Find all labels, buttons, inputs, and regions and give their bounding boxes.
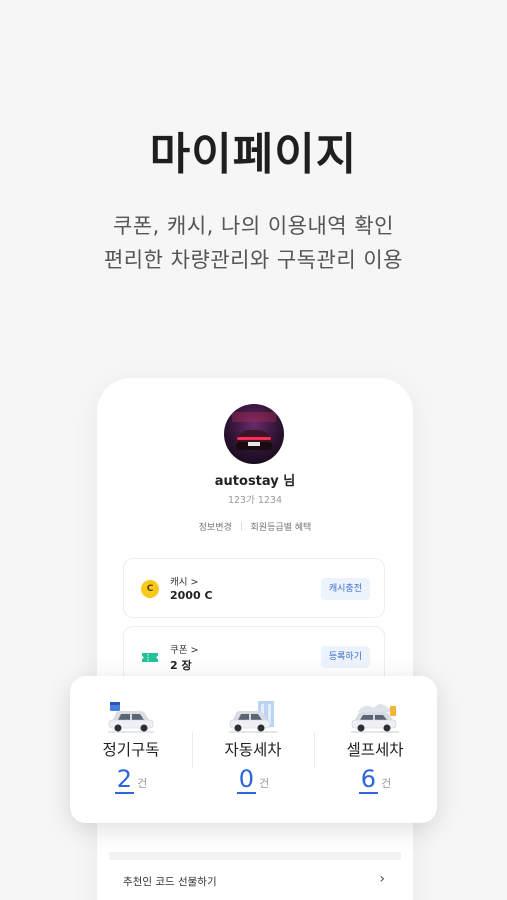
grade-benefits-link[interactable]: 회원등급별 혜택 <box>251 523 312 533</box>
service-count: 0건 <box>192 766 314 794</box>
profile-links: 정보변경 회원등급별 혜택 <box>97 520 413 533</box>
recommend-code-row[interactable]: 추천인 코드 선물하기 › <box>109 862 401 900</box>
subscription-car-icon <box>108 702 154 733</box>
cash-charge-button[interactable]: 캐시충전 <box>320 578 370 600</box>
cash-label[interactable]: 캐시 > <box>170 574 198 588</box>
recommend-code-label: 추천인 코드 선물하기 <box>123 876 217 888</box>
service-count: 6건 <box>314 766 436 794</box>
link-divider <box>240 522 242 531</box>
auto-wash-car-icon <box>229 701 277 733</box>
service-count-number[interactable]: 0 <box>236 766 257 794</box>
user-plate-number: 123가 1234 <box>227 495 283 506</box>
service-summary-panel: 정기구독 2건 자동세차 0건 셀프세차 6 건 <box>70 676 437 823</box>
edit-info-link[interactable]: 정보변경 <box>199 523 232 533</box>
coupon-ticket-icon <box>142 653 158 662</box>
service-auto-wash[interactable]: 자동세차 0건 <box>192 676 314 823</box>
service-count-number[interactable]: 2 <box>114 766 135 794</box>
service-count-unit: 건 <box>137 777 148 790</box>
service-name: 셀프세차 <box>346 741 404 759</box>
service-name: 자동세차 <box>224 741 282 759</box>
username: autostay 님 <box>214 474 296 489</box>
section-separator <box>109 852 401 860</box>
cash-card[interactable]: C 캐시 > 2000 C 캐시충전 <box>123 558 385 618</box>
self-wash-car-icon <box>351 704 399 733</box>
service-count: 2건 <box>70 766 192 794</box>
service-count-number[interactable]: 6 <box>358 766 379 794</box>
cash-value: 2000 C <box>170 589 213 602</box>
subtitle-line-2: 편리한 차량관리와 구독관리 이용 <box>103 248 403 272</box>
coupon-register-button[interactable]: 등록하기 <box>320 646 370 668</box>
subtitle-line-1: 쿠폰, 캐시, 나의 이용내역 확인 <box>113 214 394 238</box>
coupon-label[interactable]: 쿠폰 > <box>170 642 198 656</box>
avatar[interactable] <box>224 404 284 464</box>
service-count-unit: 건 <box>381 777 392 790</box>
cash-coin-icon: C <box>141 580 159 598</box>
service-name: 정기구독 <box>102 741 160 759</box>
service-subscription[interactable]: 정기구독 2건 <box>70 676 192 823</box>
service-self-wash[interactable]: 셀프세차 6건 <box>314 676 436 823</box>
service-count-unit: 건 <box>259 777 270 790</box>
page-title: 마이페이지 <box>149 129 358 180</box>
car-photo-icon <box>232 412 276 450</box>
chevron-right-icon: › <box>379 871 385 887</box>
coupon-value: 2 장 <box>170 659 192 672</box>
